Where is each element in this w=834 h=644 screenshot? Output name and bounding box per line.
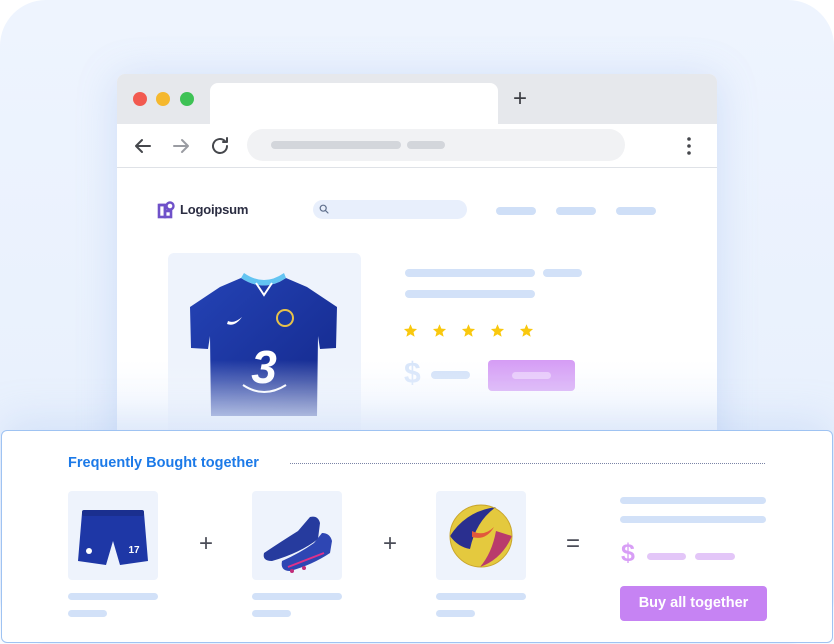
fade-overlay: [117, 360, 717, 432]
star-icon: [519, 324, 534, 337]
divider: [290, 463, 765, 464]
site-search-input[interactable]: [313, 200, 467, 219]
ball-image: [449, 504, 513, 568]
svg-text:17: 17: [128, 545, 140, 556]
item-price-placeholder: [436, 610, 475, 617]
plus-operator: +: [383, 530, 398, 557]
address-bar[interactable]: [247, 129, 625, 161]
item-name-placeholder: [252, 593, 342, 600]
subtitle-placeholder: [405, 290, 535, 298]
star-icon: [403, 324, 418, 337]
browser-tab[interactable]: [210, 83, 498, 124]
browser-toolbar: [117, 124, 717, 168]
equals-operator: =: [566, 530, 581, 557]
title-placeholder: [543, 269, 582, 277]
logo-icon: [157, 201, 175, 219]
bundle-item-ball[interactable]: [436, 491, 526, 580]
close-window-button[interactable]: [133, 92, 147, 106]
nav-link-placeholder[interactable]: [556, 207, 596, 215]
frequently-bought-panel: Frequently Bought together 17 + + = $ Bu…: [1, 430, 833, 643]
minimize-window-button[interactable]: [156, 92, 170, 106]
title-placeholder: [405, 269, 535, 277]
url-placeholder: [407, 141, 445, 149]
total-price-placeholder: [647, 553, 686, 560]
item-price-placeholder: [68, 610, 107, 617]
logo-text: Logoipsum: [180, 202, 249, 217]
new-tab-button[interactable]: +: [513, 87, 527, 111]
site-logo[interactable]: Logoipsum: [157, 200, 248, 219]
bundle-item-shorts[interactable]: 17: [68, 491, 158, 580]
plus-operator: +: [199, 530, 214, 557]
star-icon: [432, 324, 447, 337]
item-name-placeholder: [68, 593, 158, 600]
maximize-window-button[interactable]: [180, 92, 194, 106]
url-placeholder: [271, 141, 401, 149]
item-price-placeholder: [252, 610, 291, 617]
bundle-item-boots[interactable]: [252, 491, 342, 580]
nav-link-placeholder[interactable]: [496, 207, 536, 215]
star-icon: [490, 324, 505, 337]
back-arrow-icon[interactable]: [131, 134, 155, 158]
star-icon: [461, 324, 476, 337]
summary-placeholder: [620, 497, 766, 504]
total-price-symbol: $: [621, 539, 635, 567]
nav-link-placeholder[interactable]: [616, 207, 656, 215]
search-icon: [319, 204, 329, 214]
bundle-title: Frequently Bought together: [68, 455, 259, 471]
buy-all-together-button[interactable]: Buy all together: [620, 586, 767, 621]
total-price-placeholder: [695, 553, 735, 560]
boots-image: [263, 516, 332, 573]
shorts-image: 17: [78, 510, 148, 565]
reload-icon[interactable]: [208, 134, 232, 158]
item-name-placeholder: [436, 593, 526, 600]
tab-bar: +: [117, 74, 717, 124]
forward-arrow-icon[interactable]: [169, 134, 193, 158]
more-options-icon[interactable]: [683, 136, 695, 156]
rating-stars: [403, 323, 534, 338]
summary-placeholder: [620, 516, 766, 523]
